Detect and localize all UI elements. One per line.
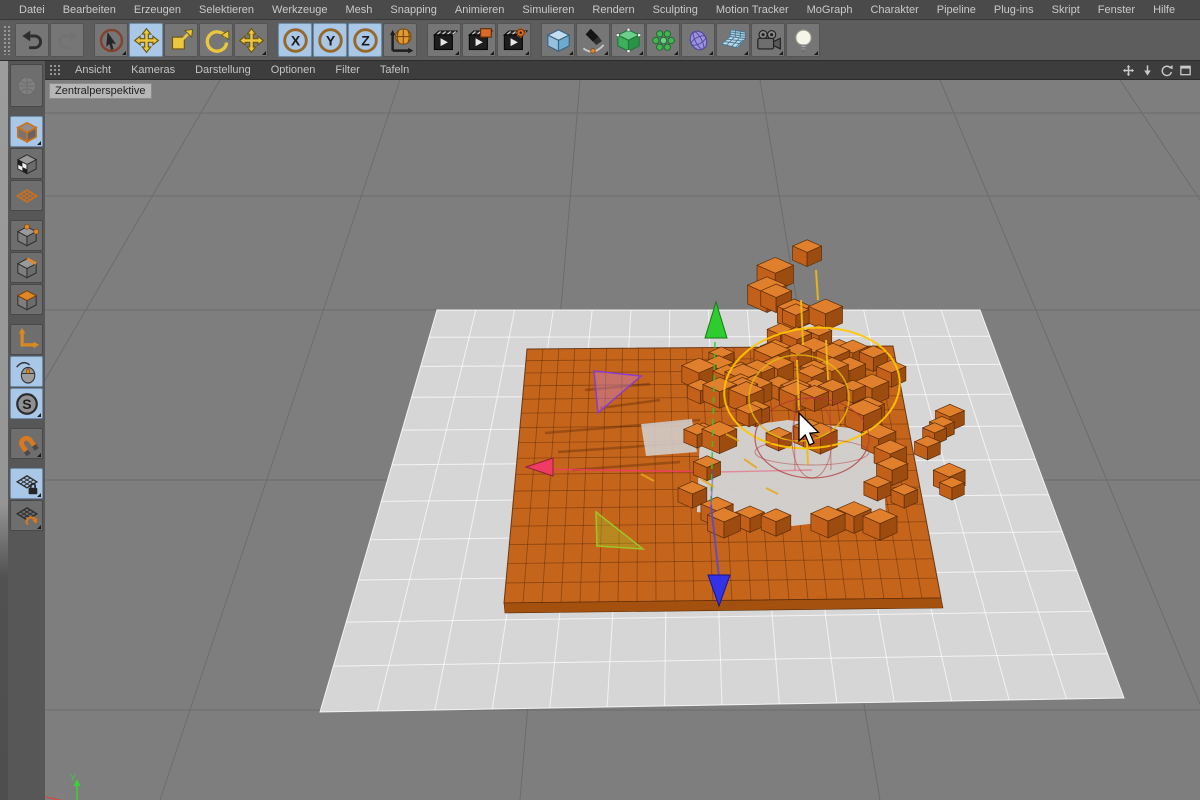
render-view-button[interactable] [427,23,461,57]
axis-mode-button[interactable] [10,324,43,355]
model-mode-button[interactable] [10,116,43,147]
menu-item-selektieren[interactable]: Selektieren [190,4,263,16]
viewport-maximize-icon[interactable] [1178,63,1193,78]
menu-item-simulieren[interactable]: Simulieren [513,4,583,16]
menu-item-animieren[interactable]: Animieren [446,4,514,16]
svg-text:Y: Y [325,32,335,48]
lock-workplane-button[interactable] [10,468,43,499]
viewport-menu-item-kameras[interactable]: Kameras [121,64,185,76]
add-mograph-button[interactable] [646,23,680,57]
lock-z-axis-button[interactable]: Z [348,23,382,57]
menu-item-werkzeuge[interactable]: Werkzeuge [263,4,336,16]
menu-item-fenster[interactable]: Fenster [1089,4,1144,16]
menu-item-mograph[interactable]: MoGraph [798,4,862,16]
add-generator-button[interactable] [611,23,645,57]
axis-y-label: Y [70,773,76,783]
redo-icon[interactable] [50,23,84,57]
menu-item-skript[interactable]: Skript [1043,4,1089,16]
undo-icon[interactable] [15,23,49,57]
render-picture-viewer-button[interactable] [462,23,496,57]
menu-item-plug-ins[interactable]: Plug-ins [985,4,1043,16]
magnet-tool-button[interactable] [10,428,43,459]
menu-item-bearbeiten[interactable]: Bearbeiten [54,4,125,16]
sidebar-group-separator [8,212,45,219]
menu-item-mesh[interactable]: Mesh [336,4,381,16]
svg-text:Z: Z [361,32,370,48]
sidebar-group-separator [8,420,45,427]
rotate-tool-icon[interactable] [199,23,233,57]
svg-text:X: X [290,32,300,48]
menu-item-pipeline[interactable]: Pipeline [928,4,985,16]
add-camera-button[interactable] [751,23,785,57]
edges-mode-button[interactable] [10,252,43,283]
menu-item-motion-tracker[interactable]: Motion Tracker [707,4,798,16]
viewport-label: Zentralperspektive [49,83,152,99]
menu-bar: Datei Bearbeiten Erzeugen Selektieren Werkze… [0,0,1200,20]
snap-toggle-button[interactable]: S [10,388,43,419]
lock-y-axis-button[interactable]: Y [313,23,347,57]
points-mode-button[interactable] [10,220,43,251]
viewport-menu-item-ansicht[interactable]: Ansicht [65,64,121,76]
viewport-menu-item-tafeln[interactable]: Tafeln [370,64,419,76]
viewport-rotate-icon[interactable] [1159,63,1174,78]
main-toolbar: X Y Z [0,20,1200,61]
sidebar-group-separator [8,460,45,467]
last-used-tool-icon[interactable] [234,23,268,57]
viewport-pan-icon[interactable] [1121,63,1136,78]
move-tool-icon[interactable] [129,23,163,57]
menu-item-erzeugen[interactable]: Erzeugen [125,4,190,16]
toolbar-group [541,23,821,57]
scale-tool-icon[interactable] [164,23,198,57]
viewport-scene: YX [45,80,1200,800]
menu-item-rendern[interactable]: Rendern [583,4,643,16]
render-settings-button[interactable] [497,23,531,57]
add-spline-button[interactable] [576,23,610,57]
add-deformer-button[interactable] [681,23,715,57]
viewport-menu-drag-handle[interactable] [49,64,61,76]
sidebar-group-separator [8,108,45,115]
viewport-zoom-icon[interactable] [1140,63,1155,78]
toolbar-group [94,23,269,57]
polygons-mode-button[interactable] [10,284,43,315]
add-light-button[interactable] [786,23,820,57]
viewport-menu-item-darstellung[interactable]: Darstellung [185,64,261,76]
content-row: S Ansicht Kameras Darstellung Optionen Filte… [0,61,1200,800]
toolbar-drag-handle[interactable] [3,25,11,55]
viewport-menu-item-filter[interactable]: Filter [325,64,369,76]
toolbar-group: X Y Z [278,23,418,57]
menu-item-snapping[interactable]: Snapping [381,4,446,16]
sidebar-group-separator [8,316,45,323]
coordinate-system-button[interactable] [383,23,417,57]
cinema4d-window: Datei Bearbeiten Erzeugen Selektieren Werkze… [0,0,1200,800]
menu-item-sculpting[interactable]: Sculpting [644,4,707,16]
add-environment-button[interactable] [716,23,750,57]
tweak-mode-button[interactable] [10,356,43,387]
viewport-3d[interactable]: YX Zentralperspektive [45,80,1200,800]
menu-item-charakter[interactable]: Charakter [861,4,927,16]
lock-x-axis-button[interactable]: X [278,23,312,57]
mode-sidebar: S [8,61,45,800]
viewport-menu-item-optionen[interactable]: Optionen [261,64,326,76]
menu-item-datei[interactable]: Datei [10,4,54,16]
toolbar-group [15,23,85,57]
workplane-mode-button[interactable] [10,180,43,211]
viewport-menu-bar: Ansicht Kameras Darstellung Optionen Filter T… [45,61,1200,80]
viewport-nav-controls [1121,63,1200,78]
viewport-column: Ansicht Kameras Darstellung Optionen Filter T… [45,61,1200,800]
rotate-workplane-button[interactable] [10,500,43,531]
live-selection-icon[interactable] [94,23,128,57]
menu-item-hilfe[interactable]: Hilfe [1144,4,1184,16]
window-edge-strip [0,61,8,800]
svg-text:S: S [22,396,31,412]
toolbar-group [427,23,532,57]
make-editable-button[interactable] [10,64,43,107]
add-cube-button[interactable] [541,23,575,57]
texture-mode-button[interactable] [10,148,43,179]
